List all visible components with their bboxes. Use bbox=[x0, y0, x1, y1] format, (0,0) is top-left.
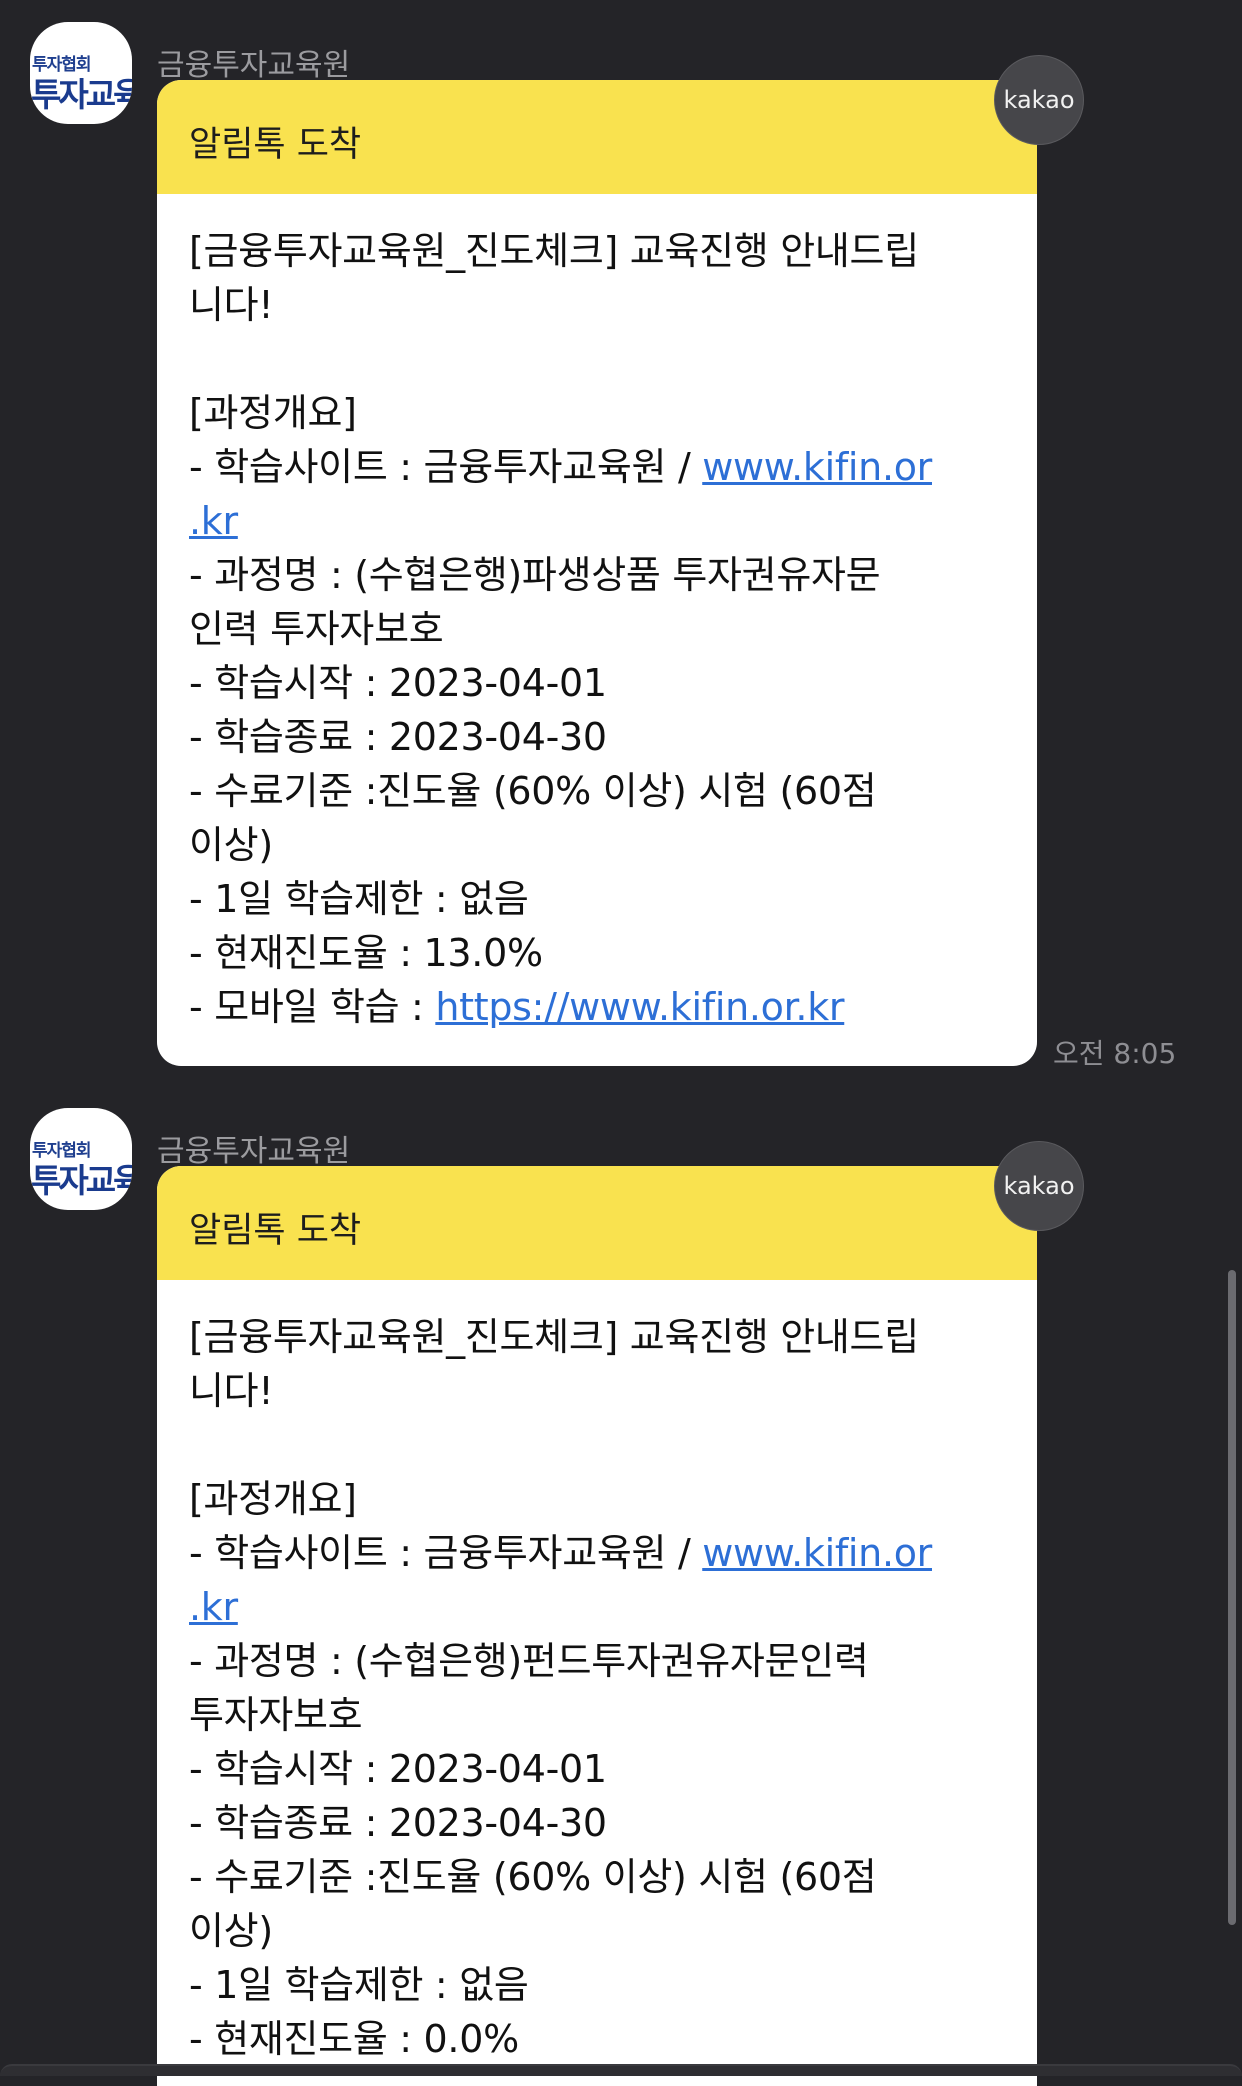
chat-message-1: 투자협회 투자교육 금융투자교육원 알림톡 도착 [금융투자교육원_진도체크] … bbox=[0, 22, 1242, 1070]
message-line: - 과정명 : (수협은행)펀드투자권유자문인력 bbox=[189, 1639, 869, 1683]
message-line-mobile: - 모바일 학습 : https://www.kifin.or.kr bbox=[189, 980, 1011, 1034]
message-line-site: - 학습사이트 : 금융투자교육원 / www.kifin.or bbox=[189, 1526, 1011, 1580]
site-label: - 학습사이트 : 금융투자교육원 / bbox=[189, 1531, 703, 1575]
sender-avatar[interactable]: 투자협회 투자교육 bbox=[30, 22, 132, 124]
message-line: 이상) bbox=[189, 1909, 273, 1953]
message-line: 이상) bbox=[189, 823, 273, 867]
site-link-continued[interactable]: .kr bbox=[189, 499, 238, 543]
bubble-header-title: 알림톡 도착 bbox=[189, 1211, 362, 1251]
message-line: - 1일 학습제한 : 없음 bbox=[189, 877, 529, 921]
message-line: - 수료기준 :진도율 (60% 이상) 시험 (60점 bbox=[189, 1855, 877, 1899]
message-line: - 수료기준 :진도율 (60% 이상) 시험 (60점 bbox=[189, 769, 877, 813]
scrollbar[interactable] bbox=[1228, 1270, 1236, 1925]
avatar-logo-big-text: 투자교육 bbox=[31, 75, 132, 114]
message-line: 투자자보호 bbox=[189, 1693, 363, 1737]
message-line: - 학습시작 : 2023-04-01 bbox=[189, 661, 607, 705]
site-link-continued[interactable]: .kr bbox=[189, 1585, 238, 1629]
message-line: [과정개요] bbox=[189, 391, 357, 435]
input-bar-edge bbox=[0, 2064, 1242, 2076]
message-line: [금융투자교육원_진도체크] 교육진행 안내드립 bbox=[189, 229, 919, 273]
message-line: - 과정명 : (수협은행)파생상품 투자권유자문 bbox=[189, 553, 881, 597]
bubble-body: [금융투자교육원_진도체크] 교육진행 안내드립 니다! [과정개요] - 학습… bbox=[157, 1280, 1037, 2066]
message-line: - 학습종료 : 2023-04-30 bbox=[189, 1801, 607, 1845]
kakao-badge: kakao bbox=[994, 55, 1084, 145]
bubble-body: [금융투자교육원_진도체크] 교육진행 안내드립 니다! [과정개요] - 학습… bbox=[157, 194, 1037, 1034]
site-link[interactable]: www.kifin.or bbox=[702, 1531, 932, 1575]
message-line-progress: - 현재진도율 : 0.0% bbox=[189, 2017, 519, 2061]
mobile-label: - 모바일 학습 : bbox=[189, 985, 436, 1029]
message-line: 니다! bbox=[189, 283, 274, 327]
sender-name: 금융투자교육원 bbox=[157, 48, 351, 83]
message-line: 인력 투자자보호 bbox=[189, 607, 444, 651]
message-line: [금융투자교육원_진도체크] 교육진행 안내드립 bbox=[189, 1315, 919, 1359]
message-line: - 학습종료 : 2023-04-30 bbox=[189, 715, 607, 759]
message-line: 니다! bbox=[189, 1369, 274, 1413]
chat-message-2: 투자협회 투자교육 금융투자교육원 알림톡 도착 [금융투자교육원_진도체크] … bbox=[0, 1108, 1242, 2086]
message-line-progress: - 현재진도율 : 13.0% bbox=[189, 931, 543, 975]
message-line: - 학습시작 : 2023-04-01 bbox=[189, 1747, 607, 1791]
sender-avatar[interactable]: 투자협회 투자교육 bbox=[30, 1108, 132, 1210]
site-link[interactable]: www.kifin.or bbox=[702, 445, 932, 489]
kakao-badge: kakao bbox=[994, 1141, 1084, 1231]
message-line-site: - 학습사이트 : 금융투자교육원 / www.kifin.or bbox=[189, 440, 1011, 494]
message-line: [과정개요] bbox=[189, 1477, 357, 1521]
bubble-header: 알림톡 도착 bbox=[157, 80, 1037, 194]
mobile-link[interactable]: https://www.kifin.or.kr bbox=[435, 985, 844, 1029]
avatar-logo-big-text: 투자교육 bbox=[31, 1161, 132, 1200]
bubble-header: 알림톡 도착 bbox=[157, 1166, 1037, 1280]
site-label: - 학습사이트 : 금융투자교육원 / bbox=[189, 445, 703, 489]
message-bubble[interactable]: 알림톡 도착 [금융투자교육원_진도체크] 교육진행 안내드립 니다! [과정개… bbox=[157, 1166, 1037, 2086]
message-time: 오전 8:05 bbox=[1053, 1037, 1177, 1070]
bubble-header-title: 알림톡 도착 bbox=[189, 125, 362, 165]
sender-name: 금융투자교육원 bbox=[157, 1134, 351, 1169]
message-bubble[interactable]: 알림톡 도착 [금융투자교육원_진도체크] 교육진행 안내드립 니다! [과정개… bbox=[157, 80, 1037, 1066]
message-line: - 1일 학습제한 : 없음 bbox=[189, 1963, 529, 2007]
